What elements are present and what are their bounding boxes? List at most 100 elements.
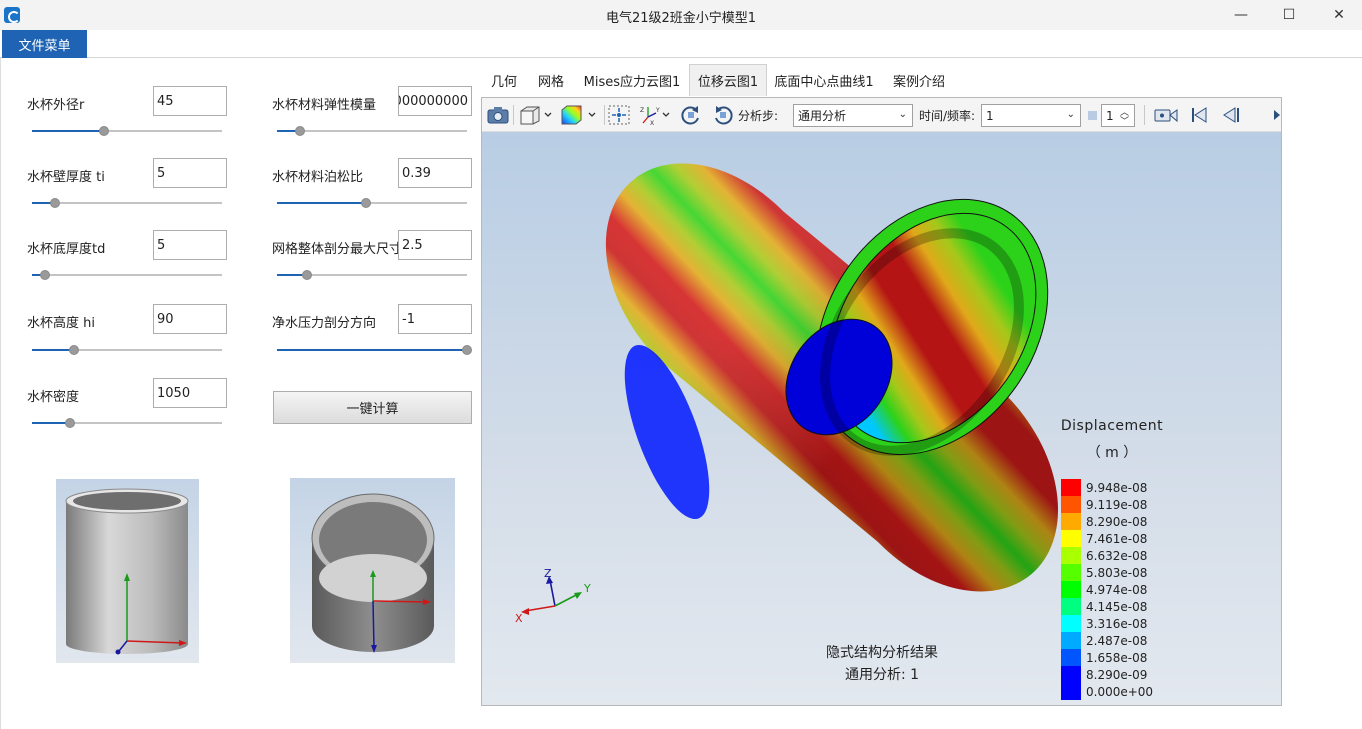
mesh-size-slider[interactable] xyxy=(277,269,467,281)
file-menu-button[interactable]: 文件菜单 xyxy=(2,30,87,58)
legend-swatch xyxy=(1061,666,1081,683)
density-label: 水杯密度 xyxy=(27,390,80,405)
legend-value-label: 7.461e-08 xyxy=(1086,531,1148,546)
slider-thumb[interactable] xyxy=(68,345,79,355)
bottom-thickness-label: 水杯底厚度td xyxy=(27,242,106,257)
poisson-ratio-input[interactable]: 0.39 xyxy=(398,158,472,188)
density-slider[interactable] xyxy=(32,417,222,429)
legend-entry: 4.145e-08 xyxy=(1061,598,1147,615)
tab-mises-stress[interactable]: Mises应力云图1 xyxy=(575,64,689,96)
close-button[interactable]: ✕ xyxy=(1316,0,1362,30)
tab-bottom-center-curve[interactable]: 底面中心点曲线1 xyxy=(767,64,881,96)
step-select-value: 通用分析 xyxy=(798,109,847,123)
legend-swatch xyxy=(1061,564,1081,581)
time-label: 时间/频率: xyxy=(919,109,976,123)
axis-x-label: X xyxy=(515,612,523,625)
frame-spinbox[interactable]: 1 ︿ ﹀ xyxy=(1101,104,1135,127)
legend-value-label: 8.290e-08 xyxy=(1086,514,1148,529)
legend-swatch xyxy=(1061,683,1081,700)
legend-value-label: 3.316e-08 xyxy=(1086,616,1148,631)
displacement-contour-canvas[interactable]: Z Y X 隐式结构分析结果 通用分析: 1 Displacement （ m … xyxy=(482,132,1281,705)
poisson-ratio-label: 水杯材料泊松比 xyxy=(272,170,364,185)
mesh-size-input[interactable]: 2.5 xyxy=(398,230,472,260)
spin-down-icon[interactable]: ﹀ xyxy=(1120,114,1129,127)
legend-value-label: 1.658e-08 xyxy=(1086,650,1148,665)
tab-displacement[interactable]: 位移云图1 xyxy=(689,64,767,96)
legend-value-label: 2.487e-08 xyxy=(1086,633,1148,648)
slider-thumb[interactable] xyxy=(49,198,60,208)
camera-icon[interactable] xyxy=(486,104,510,126)
pressure-direction-slider[interactable] xyxy=(277,344,472,356)
legend-value-label: 0.000e+00 xyxy=(1086,684,1154,699)
axis-y-label: Y xyxy=(583,582,591,595)
cup-top-view-image xyxy=(290,478,455,663)
legend-unit: （ m ） xyxy=(1086,445,1138,461)
slider-thumb[interactable] xyxy=(302,270,313,280)
svg-text:Z: Z xyxy=(640,107,644,114)
density-input[interactable]: 1050 xyxy=(153,378,227,408)
axis-z-label: Z xyxy=(544,567,552,580)
rotate-right-icon[interactable] xyxy=(711,104,735,126)
first-frame-icon[interactable] xyxy=(1187,104,1211,126)
outer-radius-label: 水杯外径r xyxy=(27,98,85,113)
rotate-left-icon[interactable] xyxy=(679,104,703,126)
slider-thumb[interactable] xyxy=(361,198,372,208)
elastic-modulus-slider[interactable] xyxy=(277,125,467,137)
slider-thumb[interactable] xyxy=(40,270,51,280)
legend-entry: 9.948e-08 xyxy=(1061,479,1147,496)
elastic-modulus-label: 水杯材料弹性模量 xyxy=(272,98,377,113)
bottom-thickness-input[interactable]: 5 xyxy=(153,230,227,260)
result-title: 隐式结构分析结果 xyxy=(826,645,938,661)
legend-value-label: 9.119e-08 xyxy=(1086,497,1148,512)
chevron-down-icon: ⌄ xyxy=(1066,109,1075,120)
legend-entry: 4.974e-08 xyxy=(1061,581,1147,598)
legend-swatch xyxy=(1061,649,1081,666)
cube-view-icon[interactable] xyxy=(518,104,554,126)
slider-thumb[interactable] xyxy=(294,126,305,136)
legend-swatch xyxy=(1061,513,1081,530)
time-select[interactable]: 1 ⌄ xyxy=(981,104,1081,127)
maximize-button[interactable]: ☐ xyxy=(1266,0,1312,30)
slider-thumb[interactable] xyxy=(462,345,472,355)
legend-entry: 3.316e-08 xyxy=(1061,615,1147,632)
slider-thumb[interactable] xyxy=(99,126,110,136)
title-bar: 电气21级2班金小宁模型1 — ☐ ✕ xyxy=(0,0,1362,30)
legend-entry: 6.632e-08 xyxy=(1061,547,1147,564)
axes-icon[interactable]: Z YX xyxy=(637,104,673,126)
elastic-modulus-input[interactable]: 200000000000 xyxy=(398,86,472,116)
color-map-icon[interactable] xyxy=(559,104,599,126)
window-title: 电气21级2班金小宁模型1 xyxy=(605,11,757,26)
wall-thickness-input[interactable]: 5 xyxy=(153,158,227,188)
time-select-value: 1 xyxy=(986,108,994,123)
outer-radius-slider[interactable] xyxy=(32,125,222,137)
cup-side-view-image xyxy=(56,479,199,663)
legend-swatch xyxy=(1061,496,1081,513)
outer-radius-input[interactable]: 45 xyxy=(153,86,227,116)
prev-frame-icon[interactable] xyxy=(1219,104,1243,126)
mesh-size-label: 网格整体剖分最大尺寸 xyxy=(272,242,403,257)
calculate-button[interactable]: 一键计算 xyxy=(273,391,472,424)
legend-entry: 0.000e+00 xyxy=(1061,683,1153,700)
fit-view-icon[interactable] xyxy=(607,104,631,126)
record-icon[interactable] xyxy=(1152,104,1180,126)
legend-entry: 8.290e-09 xyxy=(1061,666,1147,683)
chevron-down-icon: ⌄ xyxy=(898,109,907,120)
tab-mesh[interactable]: 网格 xyxy=(527,64,575,96)
legend-entry: 5.803e-08 xyxy=(1061,564,1147,581)
step-select[interactable]: 通用分析 ⌄ xyxy=(793,104,913,127)
height-slider[interactable] xyxy=(32,344,222,356)
tab-geometry[interactable]: 几何 xyxy=(481,64,527,96)
minimize-button[interactable]: — xyxy=(1218,0,1264,30)
slider-thumb[interactable] xyxy=(65,418,75,428)
legend-swatch xyxy=(1061,598,1081,615)
legend-value-label: 5.803e-08 xyxy=(1086,565,1148,580)
legend-swatch xyxy=(1061,632,1081,649)
next-frame-icon[interactable] xyxy=(1271,104,1281,126)
tab-case-intro[interactable]: 案例介绍 xyxy=(881,64,957,96)
legend-swatch xyxy=(1061,530,1081,547)
wall-thickness-slider[interactable] xyxy=(32,197,222,209)
height-input[interactable]: 90 xyxy=(153,304,227,334)
pressure-direction-input[interactable]: -1 xyxy=(398,304,472,334)
bottom-thickness-slider[interactable] xyxy=(32,269,222,281)
poisson-ratio-slider[interactable] xyxy=(277,197,467,209)
